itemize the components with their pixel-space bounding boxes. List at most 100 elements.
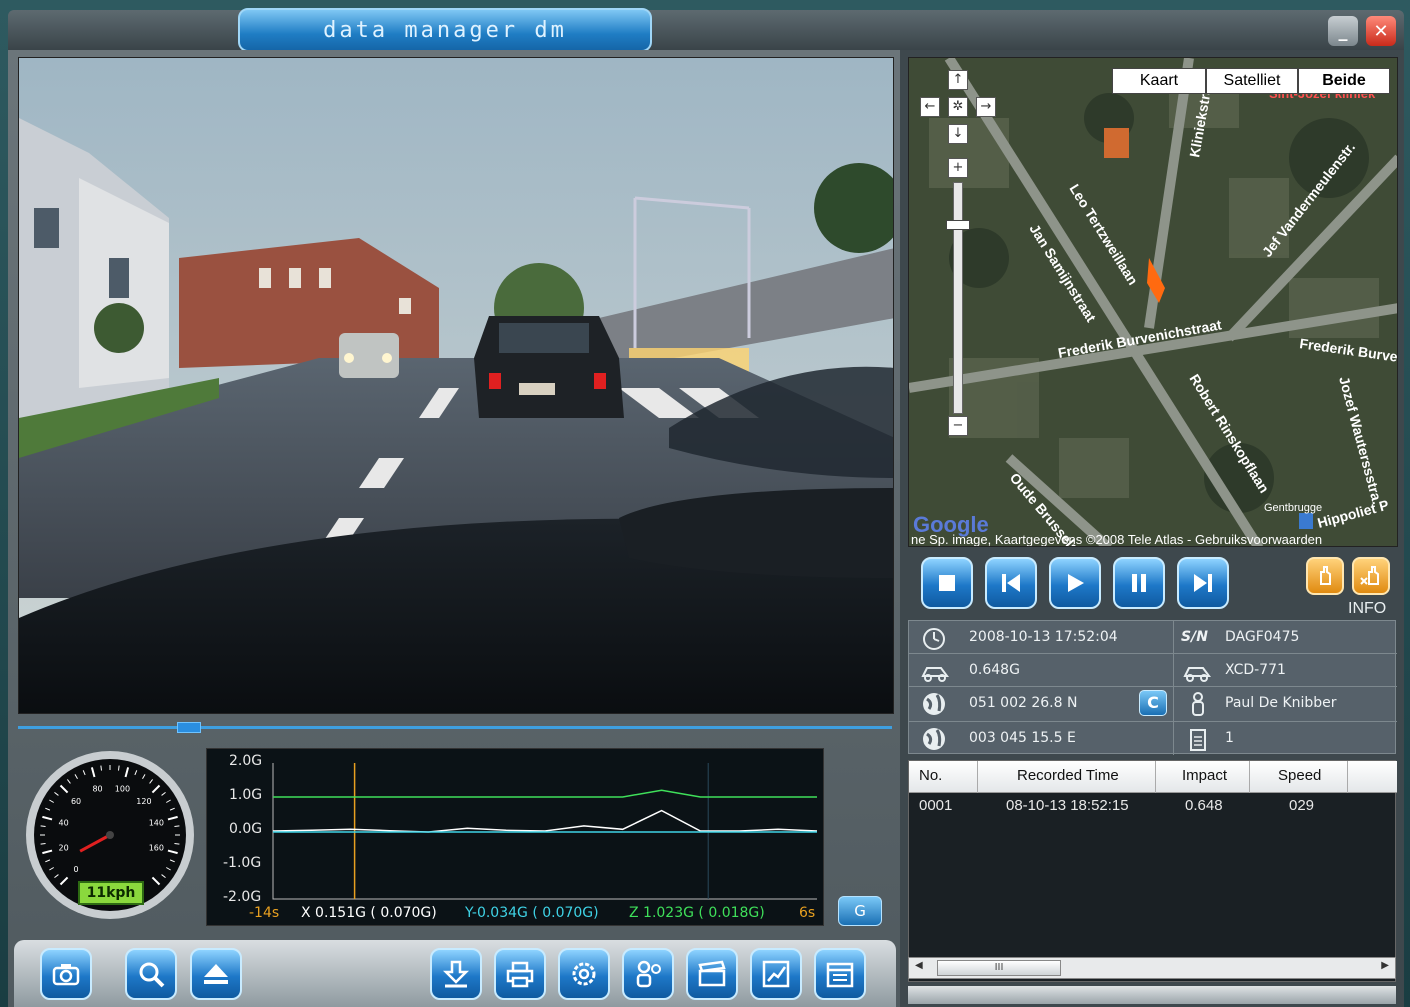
map-type-selector: Kaart Satelliet Beide [1112, 68, 1390, 94]
row-speed: 029 [1289, 797, 1315, 814]
column-header-impact[interactable]: Impact [1182, 767, 1227, 784]
zoom-slider-handle[interactable] [946, 220, 970, 230]
z-axis-readout: Z 1.023G ( 0.018G) [629, 905, 765, 921]
y-tick-label: -1.0G [223, 855, 262, 871]
zoom-icon [139, 962, 165, 988]
download-button[interactable] [430, 948, 482, 1000]
y-tick-label: 0.0G [229, 821, 263, 837]
speedometer-tick-label: 60 [71, 797, 81, 806]
map-view[interactable]: Kliniekstraat Leo Tertzweillaan Jan Samijn… [908, 57, 1398, 547]
column-header-speed[interactable]: Speed [1278, 767, 1321, 784]
y-tick-label: -2.0G [223, 889, 262, 905]
speedometer-tick-label: 160 [149, 843, 164, 852]
map-type-kaart[interactable]: Kaart [1112, 68, 1206, 94]
zoom-slider[interactable] [953, 182, 963, 414]
users-icon [636, 960, 661, 988]
pan-down-control[interactable]: ↓ [948, 124, 968, 144]
camera-icon [52, 964, 80, 986]
google-logo: Google [913, 512, 989, 537]
globe-icon [923, 728, 945, 750]
row-recorded-time: 08-10-13 18:52:15 [1006, 797, 1129, 814]
settings-icon [572, 962, 596, 986]
event-count: 1 [1225, 730, 1234, 746]
play-icon [1068, 574, 1084, 592]
globe-icon [923, 693, 945, 715]
gforce-chart: 2.0G 1.0G 0.0G -1.0G -2.0G -14s X 0.151G… [206, 748, 824, 926]
zoom-out-control[interactable]: − [948, 416, 968, 436]
pan-up-control[interactable]: ↑ [948, 70, 968, 90]
previous-button[interactable] [985, 557, 1037, 609]
play-button[interactable] [1049, 557, 1101, 609]
skip-forward-icon [1194, 574, 1212, 592]
pan-left-control[interactable]: ← [920, 97, 940, 117]
x-end-label: 6s [799, 905, 816, 921]
download-icon [442, 960, 470, 988]
clock-icon [923, 628, 945, 650]
clip-button[interactable] [686, 948, 738, 1000]
info-label: INFO [1348, 600, 1387, 617]
clipboard-icon [1190, 729, 1206, 751]
calendar-button[interactable] [814, 948, 866, 1000]
pause-button[interactable] [1113, 557, 1165, 609]
calendar-icon [826, 962, 854, 988]
speedometer-tick-label: 140 [149, 819, 164, 828]
row-impact: 0.648 [1185, 797, 1223, 814]
speedometer-tick [174, 842, 180, 845]
dashcam-scene [19, 58, 893, 713]
serial-number: DAGF0475 [1225, 629, 1300, 645]
minimize-button[interactable]: _ [1328, 16, 1358, 46]
pause-icon [1132, 574, 1146, 592]
speed-readout: 11kph [78, 881, 144, 905]
pan-center-control[interactable]: ✲ [948, 97, 968, 117]
status-strip [908, 986, 1396, 1004]
scroll-left-icon[interactable]: ◀ [915, 960, 923, 971]
satellite-map: KliniekstraatLeo TertzweillaanJan Samijn… [909, 58, 1397, 546]
serial-label: S/N [1181, 629, 1208, 645]
video-view[interactable] [18, 57, 894, 714]
hand-icon [1320, 566, 1331, 585]
close-button[interactable]: ✕ [1366, 16, 1396, 46]
g-scale-button[interactable]: G [838, 896, 882, 926]
y-tick-label: 1.0G [229, 787, 263, 803]
gps-coordinate-button[interactable]: C [1139, 690, 1167, 716]
settings-button[interactable] [558, 948, 610, 1000]
zoom-button[interactable] [125, 948, 177, 1000]
column-header-recorded-time[interactable]: Recorded Time [1017, 767, 1119, 784]
recorded-datetime: 2008-10-13 17:52:04 [969, 629, 1118, 645]
x-start-label: -14s [249, 905, 280, 921]
print-button[interactable] [494, 948, 546, 1000]
column-header-no[interactable]: No. [919, 767, 942, 784]
longitude: 003 045 15.5 E [969, 730, 1076, 746]
pan-right-control[interactable]: → [976, 97, 996, 117]
app-title: data manager dm [238, 8, 652, 52]
scroll-right-icon[interactable]: ▶ [1381, 960, 1389, 971]
eject-button[interactable] [190, 948, 242, 1000]
info-panel: 2008-10-13 17:52:04 S/N DAGF0475 0.648G … [908, 620, 1397, 755]
y-tick-label: 2.0G [229, 753, 263, 769]
snapshot-button[interactable] [40, 948, 92, 1000]
car-icon [1183, 667, 1211, 682]
timeline-track[interactable] [18, 726, 892, 729]
table-header: No. Recorded Time Impact Speed [909, 761, 1397, 793]
zoom-in-control[interactable]: + [948, 158, 968, 178]
users-button[interactable] [622, 948, 674, 1000]
next-button[interactable] [1177, 557, 1229, 609]
app-window: data manager dm _ ✕ 0 20 40 60 80 100 12… [0, 0, 1410, 1007]
map-type-satelliet[interactable]: Satelliet [1206, 68, 1298, 94]
speedometer-tick [117, 765, 120, 771]
skip-back-icon [1002, 574, 1020, 592]
impact-value: 0.648G [969, 662, 1020, 678]
hand-delete-icon [1360, 566, 1379, 585]
table-horizontal-scrollbar[interactable]: ◀ III ▶ [908, 957, 1396, 979]
speedometer-tick-label: 0 [74, 865, 79, 874]
stop-icon [939, 575, 955, 591]
graph-button[interactable] [750, 948, 802, 1000]
delete-button[interactable] [1352, 557, 1390, 595]
import-button[interactable] [1306, 557, 1344, 595]
events-table: No. Recorded Time Impact Speed 0001 08-1… [908, 760, 1397, 982]
timeline-handle[interactable] [177, 722, 201, 733]
scrollbar-thumb[interactable]: III [937, 960, 1061, 976]
stop-button[interactable] [921, 557, 973, 609]
map-type-beide[interactable]: Beide [1298, 68, 1390, 94]
car-impact-icon [921, 667, 949, 682]
